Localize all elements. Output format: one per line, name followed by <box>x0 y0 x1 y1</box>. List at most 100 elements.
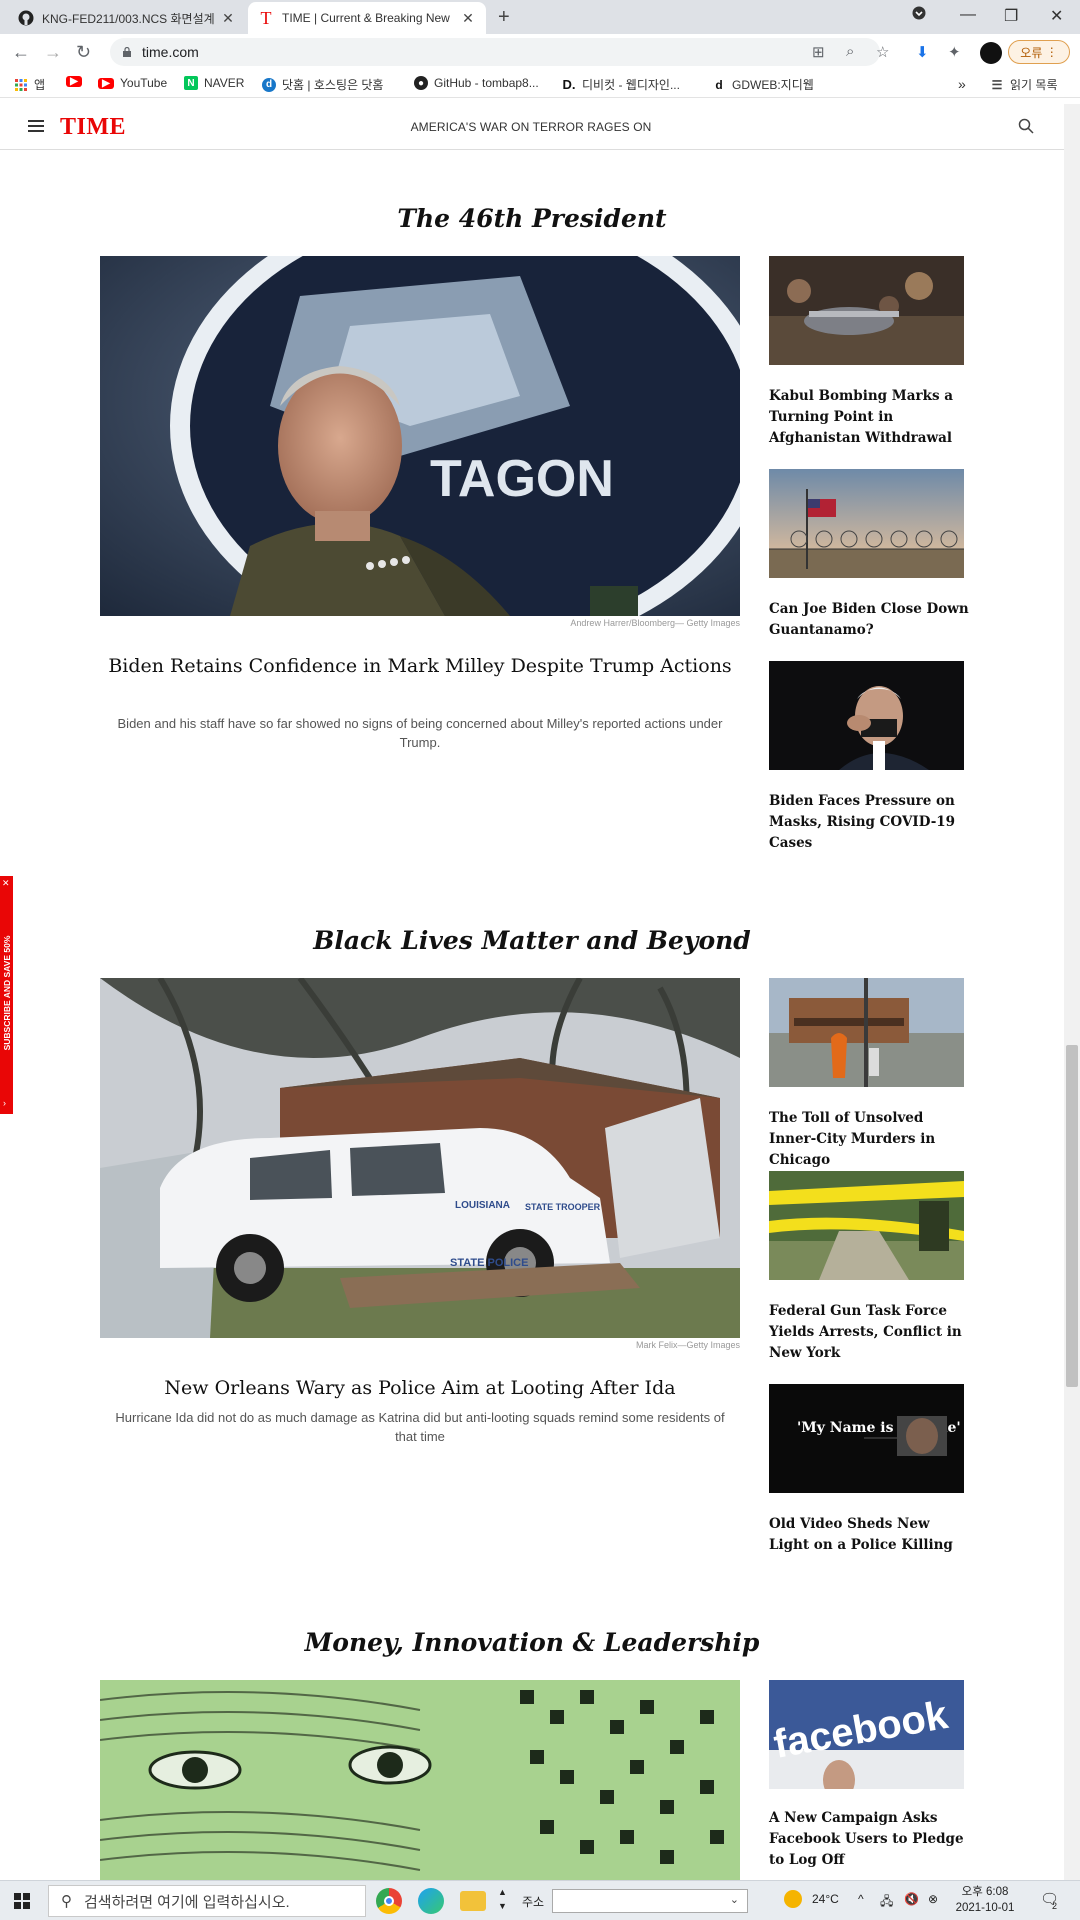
side-headline[interactable]: Old Video Sheds New Light on a Police Ki… <box>769 1514 969 1556</box>
page-scrollbar-thumb[interactable] <box>1066 1045 1078 1387</box>
bookmark-youtube[interactable]: ▶ YouTube <box>98 76 167 90</box>
lead-image-money[interactable] <box>100 1680 740 1880</box>
extensions-icon[interactable]: ✦ <box>948 43 961 61</box>
police-car-text: STATE POLICE <box>450 1257 528 1269</box>
github-icon: ● <box>414 76 428 90</box>
edge-app-icon[interactable] <box>418 1888 444 1914</box>
bookmark-star-icon[interactable]: ☆ <box>876 43 889 61</box>
lead-image-police-car[interactable]: LOUISIANA STATE TROOPER STATE POLICE <box>100 978 740 1338</box>
lead-headline[interactable]: Biden Retains Confidence in Mark Milley … <box>100 652 740 680</box>
toolbar-arrows-icon[interactable]: ▲ ▼ <box>498 1885 507 1913</box>
bookmark-label: NAVER <box>204 76 245 90</box>
bookmark-github[interactable]: ● GitHub - tombap8... <box>414 76 539 90</box>
bookmark-dbcut[interactable]: D. 디비컷 - 웹디자인... <box>562 76 680 93</box>
chevron-right-icon[interactable]: › <box>3 1098 6 1108</box>
side-headline[interactable]: Can Joe Biden Close Down Guantanamo? <box>769 599 969 641</box>
lead-headline[interactable]: New Orleans Wary as Police Aim at Lootin… <box>100 1374 740 1402</box>
clock-date: 2021-10-01 <box>955 1902 1015 1914</box>
bookmark-youtube-icon-only[interactable]: ▶ <box>66 76 88 87</box>
side-headline[interactable]: Federal Gun Task Force Yields Arrests, C… <box>769 1301 969 1364</box>
search-icon[interactable] <box>1018 118 1034 134</box>
side-headline[interactable]: Biden Faces Pressure on Masks, Rising CO… <box>769 791 969 854</box>
bookmarks-bar: 앱 ▶ ▶ YouTube N NAVER d 닷홈 | 호스팅은 닷홈 ● G… <box>0 70 1080 98</box>
taskbar-search-input[interactable]: ⚲ 검색하려면 여기에 입력하십시오. <box>48 1885 366 1917</box>
reload-icon[interactable]: ↻ <box>76 42 91 63</box>
tab-title: KNG-FED211/003.NCS 화면설계 <box>42 11 215 26</box>
side-headline[interactable]: Kabul Bombing Marks a Turning Point in A… <box>769 386 969 449</box>
bookmark-naver[interactable]: N NAVER <box>184 76 244 90</box>
chevron-down-icon[interactable]: ⌄ <box>730 1893 739 1906</box>
subscribe-tab[interactable]: ✕ SUBSCRIBE AND SAVE 50% › <box>0 876 13 1114</box>
network-icon[interactable]: 🖧 <box>880 1892 893 1913</box>
lead-image-milley[interactable]: TAGON <box>100 256 740 616</box>
reading-list-icon: ☰ <box>991 77 1003 92</box>
forward-icon[interactable]: → <box>44 42 62 63</box>
address-toolbar-input[interactable]: ⌄ <box>552 1889 748 1913</box>
close-icon[interactable]: ✕ <box>2 878 10 889</box>
minimize-icon[interactable]: — <box>960 6 976 24</box>
bookmark-gdweb[interactable]: d GDWEB:지디웹 <box>712 76 814 93</box>
tab-title: TIME | Current & Breaking New <box>282 11 450 25</box>
weather-sun-icon[interactable] <box>784 1890 802 1908</box>
zoom-icon[interactable]: ⌕ <box>846 43 854 60</box>
police-car-text: STATE TROOPER <box>525 1202 601 1212</box>
bookmark-label: 닷홈 | 호스팅은 닷홈 <box>282 78 384 92</box>
side-headline[interactable]: A New Campaign Asks Facebook Users to Pl… <box>769 1808 969 1871</box>
youtube-icon: ▶ <box>66 76 82 87</box>
windows-start-icon[interactable] <box>14 1893 30 1909</box>
section-title[interactable]: Black Lives Matter and Beyond <box>300 926 764 955</box>
close-icon[interactable]: ✕ <box>220 10 236 27</box>
error-button[interactable]: 오류 ⋮ <box>1008 40 1070 64</box>
tab-search-icon[interactable] <box>912 6 926 25</box>
section-title[interactable]: Money, Innovation & Leadership <box>300 1628 764 1657</box>
reading-list[interactable]: ☰ 읽기 목록 <box>990 76 1058 93</box>
header-headline[interactable]: AMERICA'S WAR ON TERROR RAGES ON <box>0 120 1062 134</box>
translate-icon[interactable]: ⊞ <box>812 43 825 61</box>
status-x-icon[interactable]: ⊗ <box>928 1892 938 1906</box>
tab-github[interactable]: KNG-FED211/003.NCS 화면설계 ✕ <box>8 2 246 34</box>
bookmark-label: 앱 <box>34 78 46 92</box>
dbcut-icon: D. <box>562 77 576 92</box>
side-image-chicago[interactable] <box>769 978 964 1087</box>
chrome-app-icon[interactable] <box>376 1888 402 1914</box>
file-explorer-icon[interactable] <box>460 1891 486 1911</box>
volume-muted-icon[interactable]: 🔇 <box>904 1892 919 1906</box>
bookmark-dothome[interactable]: d 닷홈 | 호스팅은 닷홈 <box>262 76 383 93</box>
section-title[interactable]: The 46th President <box>300 204 764 233</box>
dothome-icon: d <box>262 77 276 92</box>
close-icon[interactable]: ✕ <box>460 10 476 27</box>
side-image-facebook[interactable]: facebook <box>769 1680 964 1789</box>
side-image-biden-mask[interactable] <box>769 661 964 770</box>
profile-avatar[interactable] <box>980 42 1002 64</box>
search-icon: ⚲ <box>61 1893 72 1910</box>
github-icon <box>18 10 34 26</box>
weather-temp[interactable]: 24°C <box>812 1892 839 1906</box>
bookmarks-overflow[interactable]: » <box>958 76 966 92</box>
browser-tab-strip: KNG-FED211/003.NCS 화면설계 ✕ T TIME | Curre… <box>0 0 1080 34</box>
browser-toolbar: ← → ↻ time.com ⊞ ⌕ ☆ ⬇ ✦ <box>0 34 1080 70</box>
address-bar[interactable]: time.com <box>110 38 880 66</box>
bookmark-label: GDWEB:지디웹 <box>732 78 814 92</box>
tray-chevron-up-icon[interactable]: ^ <box>858 1892 864 1906</box>
side-image-gun-task-force[interactable] <box>769 1171 964 1280</box>
download-icon[interactable]: ⬇ <box>916 43 929 61</box>
url-text: time.com <box>142 44 199 60</box>
back-icon[interactable]: ← <box>12 42 30 63</box>
side-image-guantanamo[interactable] <box>769 469 964 578</box>
image-credit: Andrew Harrer/Bloomberg— Getty Images <box>570 618 740 628</box>
tab-time[interactable]: T TIME | Current & Breaking New ✕ <box>248 2 486 34</box>
reading-list-label: 읽기 목록 <box>1010 78 1058 92</box>
new-tab-icon[interactable]: + <box>498 6 510 29</box>
youtube-icon: ▶ <box>98 77 114 89</box>
side-image-kabul[interactable] <box>769 256 964 365</box>
side-image-mookie[interactable]: 'My Name is Mookie' <box>769 1384 964 1493</box>
gdweb-icon: d <box>715 77 723 92</box>
page-scrollbar-track[interactable] <box>1064 104 1080 1880</box>
window-close-icon[interactable]: ✕ <box>1050 6 1063 26</box>
taskbar-clock[interactable]: 오후 6:08 2021-10-01 <box>950 1884 1020 1916</box>
restore-icon[interactable]: ❐ <box>1004 6 1018 26</box>
more-label: » <box>958 76 966 92</box>
side-headline[interactable]: The Toll of Unsolved Inner-City Murders … <box>769 1108 969 1171</box>
bookmark-apps[interactable]: 앱 <box>14 76 45 93</box>
lock-icon <box>123 47 131 57</box>
